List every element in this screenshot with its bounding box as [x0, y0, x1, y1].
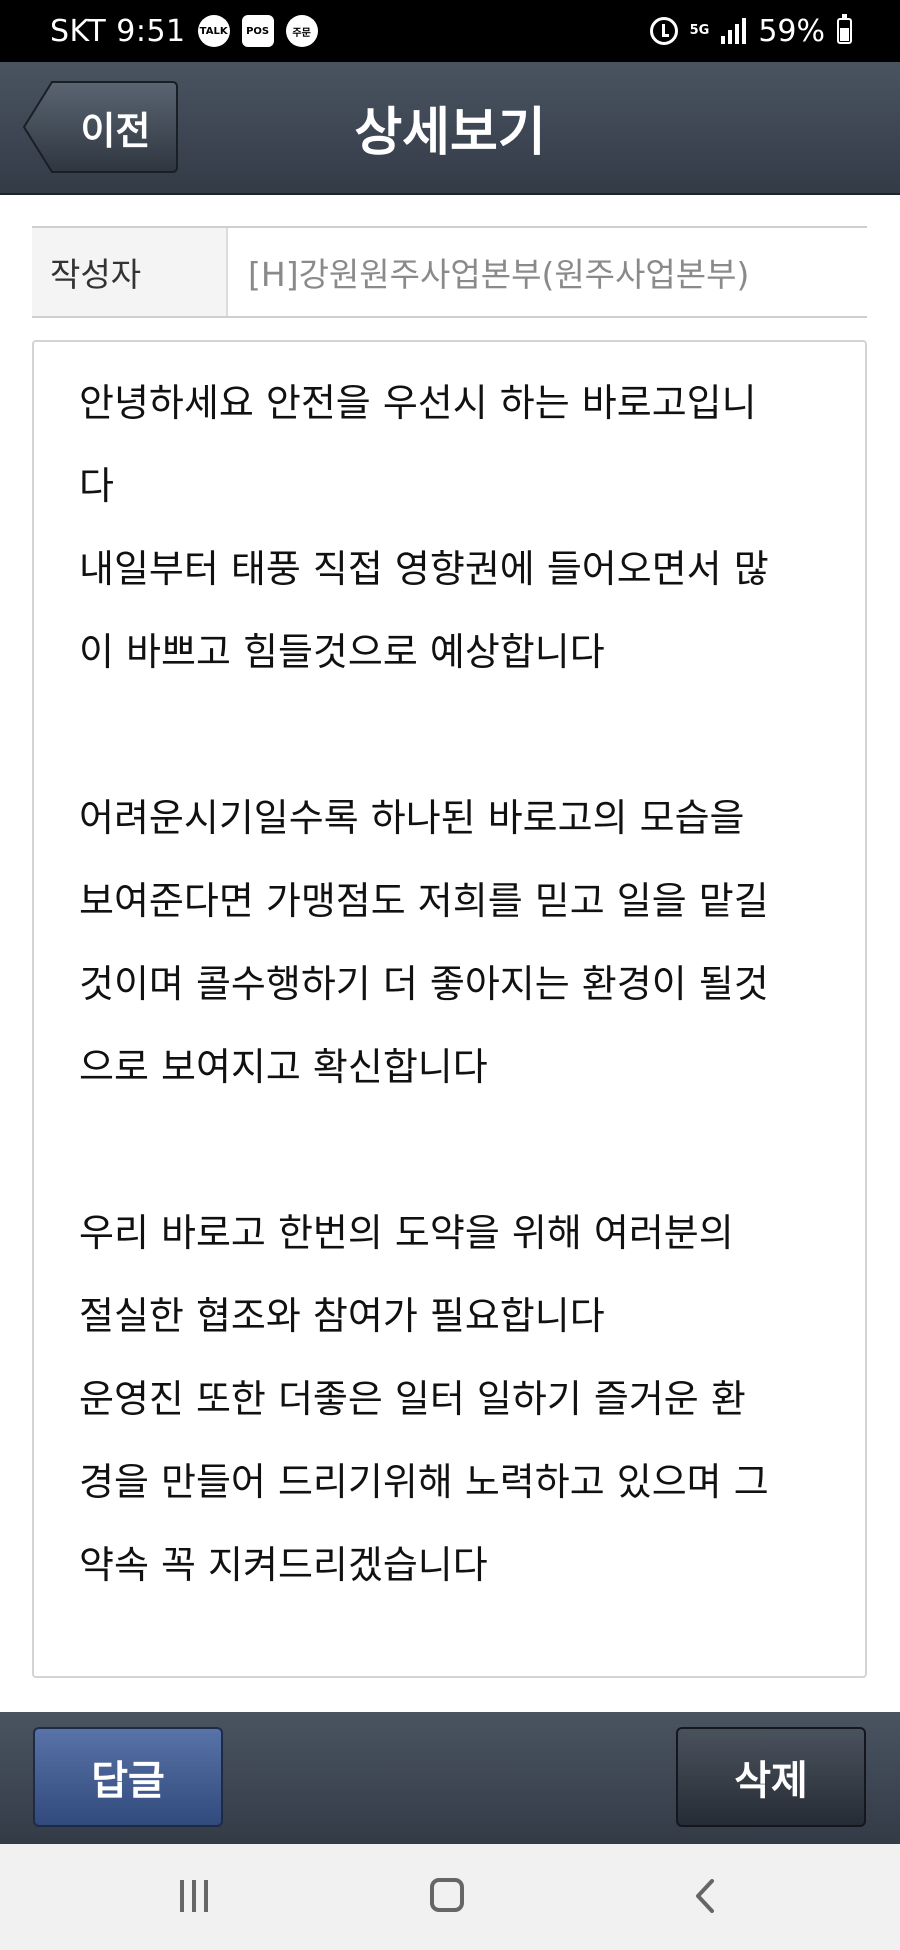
- post-content-box[interactable]: 안녕하세요 안전을 우선시 하는 바로고입니 다 내일부터 태풍 직접 영향권에…: [32, 340, 867, 1678]
- status-bar: SKT 9:51 TALK POS 주문 5G 59%: [0, 0, 900, 62]
- author-value: [H]강원원주사업본부(원주사업본부): [248, 255, 750, 294]
- content-line: 보여준다면 가맹점도 저희를 믿고 일을 맡길: [79, 879, 769, 923]
- status-right: 5G 59%: [649, 0, 852, 62]
- content-line: 경을 만들어 드리기위해 노력하고 있으며 그: [79, 1460, 769, 1504]
- content-line: 것이며 콜수행하기 더 좋아지는 환경이 될것: [79, 962, 769, 1006]
- content-line: 우리 바로고 한번의 도약을 위해 여러분의: [79, 1211, 734, 1255]
- back-button[interactable]: 이전: [22, 80, 179, 174]
- order-app-icon: 주문: [285, 15, 318, 47]
- status-left: SKT 9:51 TALK POS 주문: [50, 0, 318, 62]
- page-title: 상세보기: [354, 103, 546, 163]
- network-type: 5G: [689, 23, 710, 38]
- pos-app-icon: POS: [241, 15, 274, 47]
- reply-button[interactable]: 답글: [33, 1727, 223, 1827]
- signal-icon: [721, 18, 747, 44]
- post-content-body: 안녕하세요 안전을 우선시 하는 바로고입니 다 내일부터 태풍 직접 영향권에…: [79, 362, 859, 1607]
- content-line: 안녕하세요 안전을 우선시 하는 바로고입니: [79, 381, 757, 425]
- author-label: 작성자: [32, 228, 228, 316]
- content-line: [79, 1109, 859, 1192]
- battery-percent: 59%: [758, 13, 825, 49]
- home-icon[interactable]: [430, 1878, 464, 1912]
- back-nav-icon[interactable]: [688, 1878, 724, 1914]
- content-line: 운영진 또한 더좋은 일터 일하기 즐거운 환: [79, 1377, 746, 1421]
- content-line: [79, 694, 859, 777]
- content-line: 으로 보여지고 확신합니다: [79, 1045, 488, 1089]
- content-line: 절실한 협조와 참여가 필요합니다: [79, 1294, 605, 1338]
- author-row: 작성자 [H]강원원주사업본부(원주사업본부): [32, 226, 867, 318]
- battery-icon: [837, 14, 852, 44]
- app-header: 이전 상세보기: [0, 62, 900, 195]
- delete-button[interactable]: 삭제: [676, 1727, 866, 1827]
- content-line: 다: [79, 464, 114, 508]
- content-line: 약속 꼭 지켜드리겠습니다: [79, 1543, 488, 1587]
- carrier-time: SKT 9:51: [50, 13, 186, 49]
- alarm-icon: [649, 17, 678, 45]
- back-label: 이전: [80, 108, 151, 153]
- content-line: 이 바쁘고 힘들것으로 예상합니다: [79, 630, 605, 674]
- recents-icon[interactable]: [180, 1880, 214, 1912]
- bottom-action-bar: 답글 삭제: [0, 1712, 900, 1844]
- system-nav-bar: [0, 1844, 900, 1950]
- kakaotalk-icon: TALK: [197, 15, 230, 47]
- content-line: 어려운시기일수록 하나된 바로고의 모습을: [79, 796, 745, 840]
- content-line: 내일부터 태풍 직접 영향권에 들어오면서 많: [79, 547, 769, 591]
